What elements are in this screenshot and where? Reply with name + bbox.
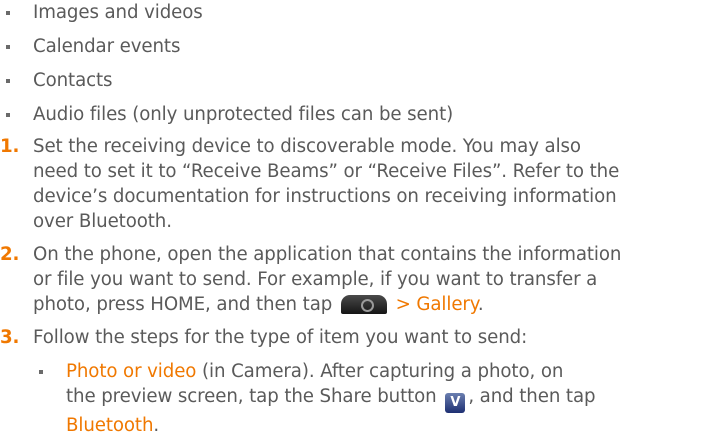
sendable-items-list: Images and videos Calendar events Contac… [0,0,453,136]
step-2: 2. On the phone, open the application th… [0,242,722,317]
step-number: 3. [0,327,20,348]
step-text-line: Set the receiving device to discoverable… [33,136,581,157]
sub-text-line: Bluetooth. [66,415,160,436]
step-text-line: over Bluetooth. [33,211,172,232]
manual-page: Images and videos Calendar events Contac… [0,0,722,436]
list-item: Audio files (only unprotected files can … [0,102,453,127]
list-item: Images and videos [0,0,453,25]
step-number: 1. [0,136,20,157]
photo-or-video-label: Photo or video [66,361,197,382]
bullet-icon [6,113,10,117]
sub-text-line: the preview screen, tap the Share button… [66,384,722,413]
item-type-list: Photo or video (in Camera). After captur… [33,359,722,438]
step-text-line: device’s documentation for instructions … [33,186,617,207]
list-item: Photo or video (in Camera). After captur… [33,359,722,438]
bullet-icon [6,45,10,49]
step-text-line: Follow the steps for the type of item yo… [33,327,528,348]
step-1: 1. Set the receiving device to discovera… [0,134,722,234]
list-item: Calendar events [0,34,453,59]
sub-text-line: Photo or video (in Camera). After captur… [66,361,564,382]
step-text-line: On the phone, open the application that … [33,244,622,265]
bullet-icon [39,370,43,374]
step-text-line: photo, press HOME, and then tap > Galler… [33,294,484,315]
bullet-icon [6,79,10,83]
step-3: 3. Follow the steps for the type of item… [0,325,722,438]
camera-app-icon [340,295,387,314]
list-item: Contacts [0,68,453,93]
share-icon: V [445,393,466,413]
step-text-line: or file you want to send. For example, i… [33,269,598,290]
gallery-label: > Gallery [395,294,478,315]
step-number: 2. [0,244,20,265]
steps-list: 1. Set the receiving device to discovera… [0,134,722,438]
step-text-line: need to set it to “Receive Beams” or “Re… [33,161,620,182]
bullet-icon [6,11,10,15]
